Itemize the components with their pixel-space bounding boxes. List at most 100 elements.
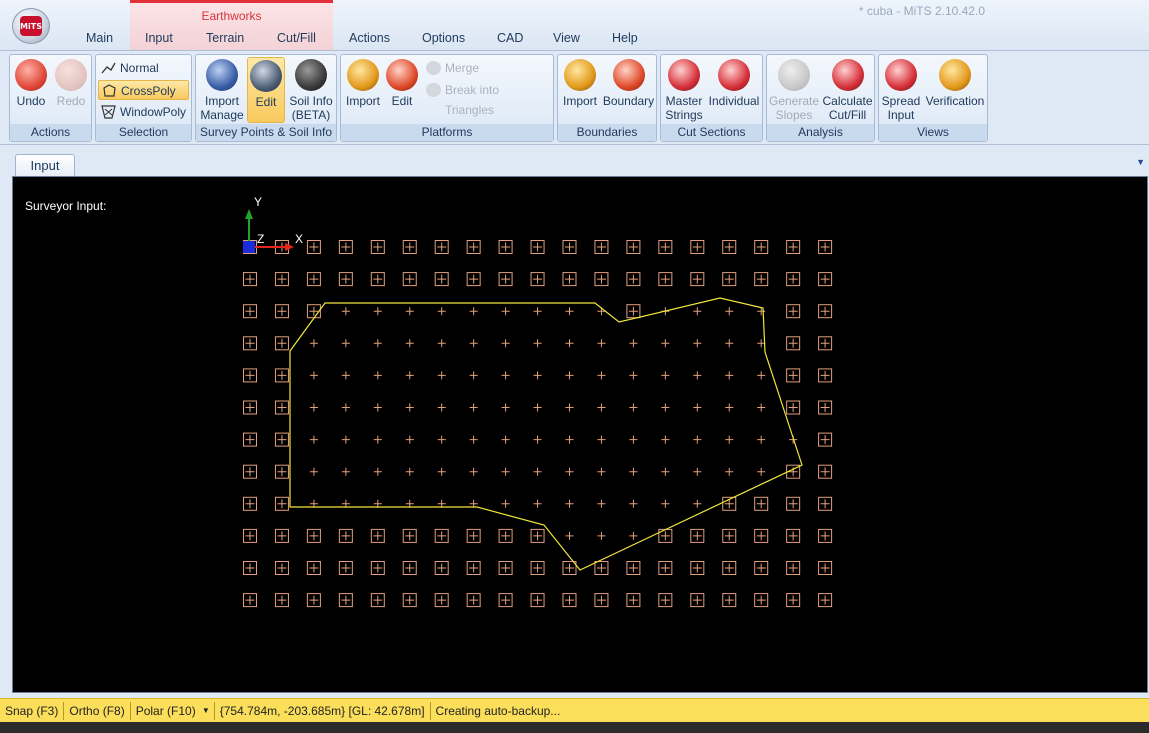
survey-point[interactable] <box>754 496 769 511</box>
survey-point[interactable] <box>629 499 638 508</box>
survey-point[interactable] <box>594 561 609 575</box>
survey-point[interactable] <box>818 561 833 575</box>
survey-point[interactable] <box>629 467 638 476</box>
survey-point[interactable] <box>405 307 414 316</box>
tab-options[interactable]: Options <box>422 31 465 45</box>
survey-point[interactable] <box>501 435 510 444</box>
survey-point[interactable] <box>469 339 478 348</box>
survey-point[interactable] <box>338 272 353 287</box>
survey-point[interactable] <box>725 339 734 348</box>
survey-point[interactable] <box>562 272 577 287</box>
survey-point[interactable] <box>786 304 801 319</box>
survey-point[interactable] <box>626 561 641 575</box>
survey-point[interactable] <box>818 593 833 608</box>
select-windowpoly-button[interactable]: WindowPoly <box>98 102 189 122</box>
survey-point[interactable] <box>658 240 673 254</box>
survey-point[interactable] <box>757 371 766 380</box>
ortho-toggle[interactable]: Ortho (F8) <box>64 701 131 720</box>
survey-point[interactable] <box>274 561 289 575</box>
survey-point[interactable] <box>725 435 734 444</box>
survey-point[interactable] <box>373 339 382 348</box>
survey-point[interactable] <box>565 531 574 540</box>
generate-slopes-button[interactable]: Generate Slopes <box>769 57 819 123</box>
survey-point[interactable] <box>690 272 705 287</box>
platforms-edit-button[interactable]: Edit <box>385 57 419 123</box>
survey-point[interactable] <box>725 467 734 476</box>
survey-point[interactable] <box>466 528 481 543</box>
survey-point[interactable] <box>243 464 257 479</box>
survey-edit-button[interactable]: Edit <box>247 57 285 123</box>
survey-point[interactable] <box>274 336 289 351</box>
survey-point[interactable] <box>274 400 289 415</box>
survey-point[interactable] <box>501 371 510 380</box>
survey-point[interactable] <box>818 304 833 319</box>
survey-point[interactable] <box>533 499 542 508</box>
survey-point[interactable] <box>530 240 545 254</box>
survey-point[interactable] <box>243 400 257 415</box>
survey-point[interactable] <box>597 339 606 348</box>
survey-point[interactable] <box>533 371 542 380</box>
survey-point[interactable] <box>274 368 289 383</box>
survey-point[interactable] <box>338 561 353 575</box>
survey-point[interactable] <box>725 371 734 380</box>
survey-point[interactable] <box>274 304 289 319</box>
survey-point[interactable] <box>274 432 289 447</box>
survey-point[interactable] <box>437 435 446 444</box>
survey-point[interactable] <box>373 435 382 444</box>
survey-point[interactable] <box>658 272 673 287</box>
survey-point[interactable] <box>818 336 833 351</box>
survey-point[interactable] <box>338 240 353 254</box>
survey-point[interactable] <box>501 403 510 412</box>
platforms-import-button[interactable]: Import <box>343 57 383 123</box>
survey-point[interactable] <box>754 528 769 543</box>
survey-point[interactable] <box>690 528 705 543</box>
survey-point[interactable] <box>629 403 638 412</box>
polar-dropdown-icon[interactable]: ▼ <box>202 702 210 720</box>
spread-input-button[interactable]: Spread Input <box>881 57 921 123</box>
survey-point[interactable] <box>341 339 350 348</box>
survey-point[interactable] <box>437 403 446 412</box>
survey-point[interactable] <box>530 593 545 608</box>
survey-point[interactable] <box>629 531 638 540</box>
application-menu-button[interactable]: MiTS <box>12 8 50 44</box>
polar-toggle[interactable]: Polar (F10) ▼ <box>131 701 215 720</box>
survey-point[interactable] <box>243 528 257 543</box>
redo-button[interactable]: Redo <box>53 57 89 123</box>
survey-point[interactable] <box>309 339 318 348</box>
survey-point[interactable] <box>402 528 417 543</box>
survey-point[interactable] <box>786 561 801 575</box>
boundaries-import-button[interactable]: Import <box>560 57 600 123</box>
survey-point[interactable] <box>466 240 481 254</box>
survey-point[interactable] <box>757 467 766 476</box>
survey-point[interactable] <box>370 240 385 254</box>
survey-point[interactable] <box>306 272 321 287</box>
survey-point[interactable] <box>370 561 385 575</box>
survey-point[interactable] <box>786 240 801 254</box>
tab-view[interactable]: View <box>553 31 580 45</box>
survey-point[interactable] <box>818 368 833 383</box>
survey-point[interactable] <box>562 240 577 254</box>
survey-point[interactable] <box>690 240 705 254</box>
survey-point[interactable] <box>370 528 385 543</box>
survey-point[interactable] <box>754 272 769 287</box>
survey-point[interactable] <box>498 528 513 543</box>
survey-point[interactable] <box>818 528 833 543</box>
survey-point[interactable] <box>597 499 606 508</box>
survey-point[interactable] <box>434 593 449 608</box>
survey-point[interactable] <box>757 403 766 412</box>
survey-point[interactable] <box>533 467 542 476</box>
survey-point[interactable] <box>565 371 574 380</box>
survey-point[interactable] <box>373 403 382 412</box>
master-strings-button[interactable]: Master Strings <box>663 57 705 123</box>
survey-point[interactable] <box>818 432 833 447</box>
survey-point[interactable] <box>341 403 350 412</box>
survey-point[interactable] <box>594 593 609 608</box>
survey-point[interactable] <box>243 272 257 287</box>
survey-point[interactable] <box>501 499 510 508</box>
survey-point[interactable] <box>786 336 801 351</box>
snap-toggle[interactable]: Snap (F3) <box>0 701 65 720</box>
survey-point[interactable] <box>469 371 478 380</box>
survey-point[interactable] <box>693 467 702 476</box>
select-crosspoly-button[interactable]: CrossPoly <box>98 80 189 100</box>
survey-plot[interactable]: Y X Z <box>13 177 1147 692</box>
